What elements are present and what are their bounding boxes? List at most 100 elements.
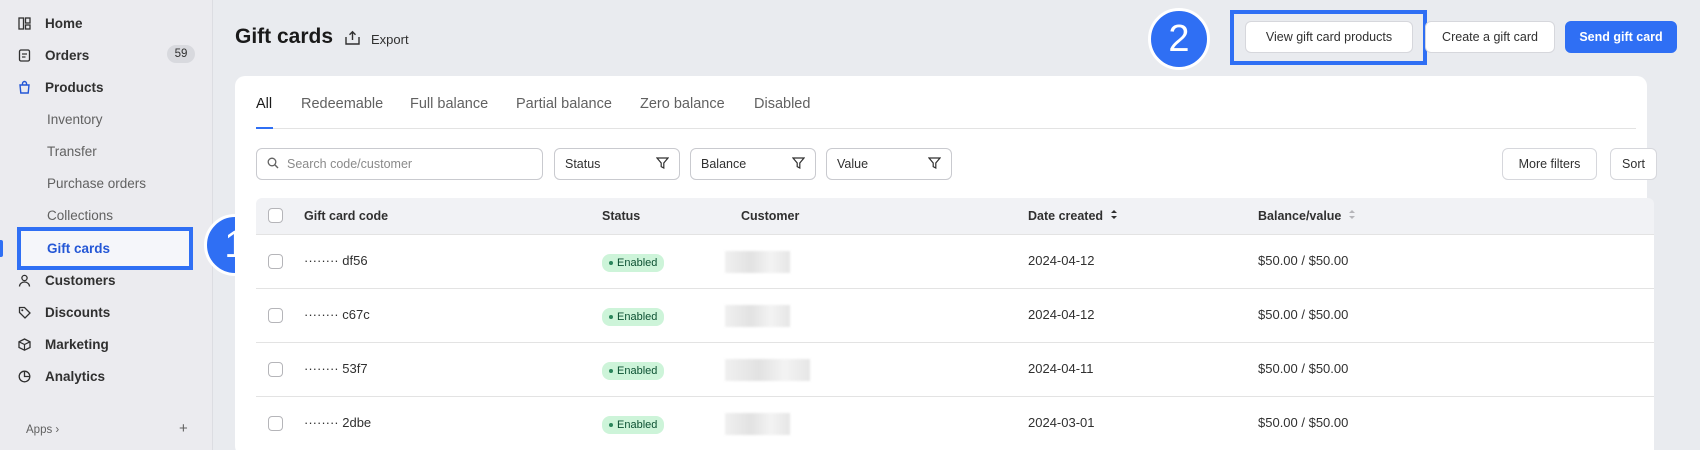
- balance-value: $50.00 / $50.00: [1258, 253, 1349, 268]
- sidebar-item-label: Customers: [45, 272, 116, 288]
- create-gift-card-button[interactable]: Create a gift card: [1425, 21, 1555, 53]
- table-row[interactable]: ········ df56 Enabled 2024-04-12 $50.00 …: [256, 234, 1654, 288]
- sidebar-item-label: Orders: [45, 47, 90, 63]
- filter-icon: [791, 156, 806, 172]
- send-gift-card-button[interactable]: Send gift card: [1565, 21, 1677, 53]
- apps-section-label[interactable]: Apps ›: [26, 424, 59, 436]
- tag-icon: [17, 305, 31, 319]
- sidebar-item-label: Products: [45, 79, 104, 95]
- gift-card-code: ········ c67c: [304, 307, 370, 322]
- sort-icon: [1348, 209, 1356, 223]
- row-checkbox[interactable]: [268, 308, 283, 323]
- sidebar-item-inventory[interactable]: Inventory: [47, 105, 103, 133]
- column-header-balance[interactable]: Balance/value: [1258, 209, 1356, 223]
- tab-divider: [256, 128, 1636, 129]
- balance-value: $50.00 / $50.00: [1258, 361, 1349, 376]
- sidebar-item-label: Home: [45, 15, 83, 31]
- gift-card-code: ········ df56: [304, 253, 368, 268]
- sidebar-item-analytics[interactable]: Analytics: [17, 362, 105, 390]
- sidebar-item-home[interactable]: Home: [17, 9, 83, 37]
- status-badge: Enabled: [602, 416, 665, 434]
- tab-redeemable[interactable]: Redeemable: [301, 96, 383, 112]
- balance-value: $50.00 / $50.00: [1258, 415, 1349, 430]
- column-header-customer: Customer: [741, 209, 800, 223]
- status-badge: Enabled: [602, 362, 665, 380]
- sidebar-item-collections[interactable]: Collections: [47, 201, 113, 229]
- value-filter-label: Value: [837, 157, 869, 171]
- tab-all[interactable]: All: [256, 96, 272, 112]
- sidebar: Home Orders 59 Products Inventory Transf…: [0, 0, 213, 450]
- sidebar-item-gift-cards[interactable]: Gift cards: [17, 227, 193, 270]
- sidebar-item-marketing[interactable]: Marketing: [17, 330, 109, 358]
- sidebar-item-customers[interactable]: Customers: [17, 266, 116, 294]
- date-created: 2024-04-12: [1028, 307, 1095, 322]
- gift-cards-panel: All Redeemable Full balance Partial bala…: [235, 76, 1657, 450]
- view-gift-card-products-button[interactable]: View gift card products: [1245, 21, 1413, 53]
- column-header-code: Gift card code: [304, 209, 389, 223]
- value-filter[interactable]: Value: [826, 148, 952, 180]
- add-app-icon[interactable]: +: [179, 420, 188, 437]
- table-row[interactable]: ········ 2dbe Enabled 2024-03-01 $50.00 …: [256, 396, 1654, 450]
- sidebar-item-label: Discounts: [45, 304, 111, 320]
- sidebar-item-products[interactable]: Products: [17, 73, 104, 101]
- page-title: Gift cards: [235, 25, 334, 48]
- sidebar-item-label: Gift cards: [47, 241, 111, 256]
- person-icon: [17, 273, 31, 287]
- bag-icon: [17, 80, 31, 94]
- search-icon: [267, 157, 279, 172]
- export-button[interactable]: Export: [344, 30, 409, 49]
- sidebar-item-orders[interactable]: Orders: [17, 41, 89, 69]
- sort-button[interactable]: Sort: [1610, 148, 1657, 180]
- column-header-date-created[interactable]: Date created: [1028, 209, 1118, 223]
- tab-partial-balance[interactable]: Partial balance: [516, 96, 612, 112]
- tab-full-balance[interactable]: Full balance: [410, 96, 488, 112]
- sidebar-item-discounts[interactable]: Discounts: [17, 298, 110, 326]
- active-indicator: [0, 240, 3, 257]
- gift-card-code: ········ 53f7: [304, 361, 368, 376]
- date-created-label: Date created: [1028, 209, 1104, 223]
- active-tab-underline: [256, 127, 273, 129]
- row-checkbox[interactable]: [268, 254, 283, 269]
- tab-disabled[interactable]: Disabled: [754, 96, 810, 112]
- search-placeholder: Search code/customer: [287, 157, 413, 171]
- customer-redacted: [725, 359, 810, 381]
- step-marker-2: 2: [1148, 8, 1210, 70]
- status-filter-label: Status: [565, 157, 601, 171]
- sidebar-item-label: Marketing: [45, 336, 109, 352]
- date-created: 2024-04-11: [1028, 361, 1094, 376]
- tab-zero-balance[interactable]: Zero balance: [640, 96, 725, 112]
- more-filters-button[interactable]: More filters: [1502, 148, 1597, 180]
- sidebar-item-transfer[interactable]: Transfer: [47, 137, 97, 165]
- row-checkbox[interactable]: [268, 362, 283, 377]
- balance-value: $50.00 / $50.00: [1258, 307, 1349, 322]
- balance-label: Balance/value: [1258, 209, 1342, 223]
- sort-desc-icon: [1110, 209, 1118, 223]
- table-row[interactable]: ········ c67c Enabled 2024-04-12 $50.00 …: [256, 288, 1654, 342]
- customer-redacted: [725, 251, 790, 273]
- search-input[interactable]: Search code/customer: [256, 148, 543, 180]
- orders-icon: [17, 48, 31, 62]
- sidebar-item-purchase-orders[interactable]: Purchase orders: [47, 169, 146, 197]
- column-header-status: Status: [602, 209, 641, 223]
- export-label: Export: [371, 32, 409, 47]
- select-all-checkbox[interactable]: [268, 208, 283, 223]
- export-icon: [344, 30, 361, 49]
- filter-icon: [927, 156, 942, 172]
- status-filter[interactable]: Status: [554, 148, 680, 180]
- filter-icon: [655, 156, 670, 172]
- date-created: 2024-04-12: [1028, 253, 1095, 268]
- table-header: Gift card code Status Customer Date crea…: [256, 198, 1654, 234]
- row-checkbox[interactable]: [268, 416, 283, 431]
- customer-redacted: [725, 413, 790, 435]
- orders-count-badge: 59: [167, 45, 195, 63]
- status-badge: Enabled: [602, 254, 665, 272]
- date-created: 2024-03-01: [1028, 415, 1095, 430]
- sidebar-item-label: Analytics: [45, 368, 106, 384]
- balance-filter-label: Balance: [701, 157, 747, 171]
- pie-chart-icon: [17, 369, 31, 383]
- balance-filter[interactable]: Balance: [690, 148, 816, 180]
- home-icon: [17, 16, 31, 30]
- gift-card-code: ········ 2dbe: [304, 415, 372, 430]
- customer-redacted: [725, 305, 790, 327]
- table-row[interactable]: ········ 53f7 Enabled 2024-04-11 $50.00 …: [256, 342, 1654, 396]
